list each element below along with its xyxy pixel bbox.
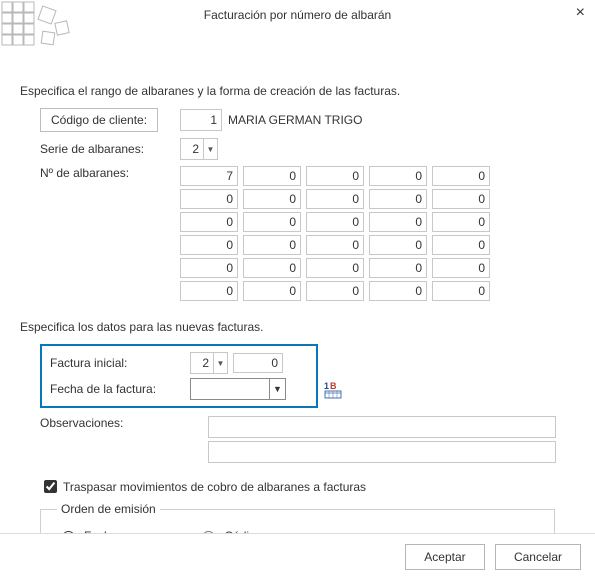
fecha-label: Fecha de la factura: (42, 382, 190, 396)
observaciones-label: Observaciones: (40, 416, 208, 430)
accept-button[interactable]: Aceptar (405, 544, 485, 570)
client-code-input[interactable] (180, 109, 222, 131)
albaran-cell[interactable] (306, 281, 364, 301)
albaran-cell[interactable] (432, 258, 490, 278)
albaran-cell[interactable] (369, 281, 427, 301)
albaran-cell[interactable] (369, 166, 427, 186)
albaran-cell[interactable] (243, 212, 301, 232)
app-logo-icon (0, 0, 80, 60)
albaran-cell[interactable] (243, 258, 301, 278)
chevron-down-icon[interactable]: ▼ (269, 379, 285, 399)
traspasar-checkbox[interactable] (44, 480, 57, 493)
orden-legend: Orden de emisión (57, 502, 160, 516)
albaran-cell[interactable] (180, 212, 238, 232)
chevron-down-icon[interactable]: ▼ (203, 139, 217, 159)
albaran-cell[interactable] (243, 281, 301, 301)
factura-inicial-label: Factura inicial: (42, 356, 190, 370)
observaciones-input-1[interactable] (208, 416, 556, 438)
client-name: MARIA GERMAN TRIGO (228, 113, 362, 127)
albaran-cell[interactable] (306, 189, 364, 209)
albaran-cell[interactable] (369, 235, 427, 255)
serie-label: Serie de albaranes: (20, 142, 180, 156)
traspasar-label[interactable]: Traspasar movimientos de cobro de albara… (63, 480, 366, 494)
calendar-icon[interactable]: 1 B (324, 379, 346, 402)
factura-inicial-num-input[interactable] (233, 353, 283, 373)
num-albaranes-label: Nº de albaranes: (20, 166, 180, 180)
albaran-cell[interactable] (243, 189, 301, 209)
albaran-cell[interactable] (432, 281, 490, 301)
albaran-cell[interactable] (432, 189, 490, 209)
albaran-cell[interactable] (369, 189, 427, 209)
albaran-cell[interactable] (180, 166, 238, 186)
svg-text:B: B (330, 381, 337, 391)
serie-combo[interactable]: 2 ▼ (180, 138, 218, 160)
close-icon[interactable]: × (576, 4, 585, 22)
observaciones-input-2[interactable] (208, 441, 556, 463)
svg-text:1: 1 (324, 381, 329, 391)
albaran-cell[interactable] (243, 235, 301, 255)
albaran-cell[interactable] (432, 235, 490, 255)
albaran-cell[interactable] (306, 166, 364, 186)
albaran-cell[interactable] (306, 212, 364, 232)
chevron-down-icon[interactable]: ▼ (213, 353, 227, 373)
albaran-cell[interactable] (180, 235, 238, 255)
window-title: Facturación por número de albarán (204, 8, 391, 22)
albaran-cell[interactable] (432, 212, 490, 232)
albaran-cell[interactable] (306, 258, 364, 278)
albaran-cell[interactable] (306, 235, 364, 255)
cancel-button[interactable]: Cancelar (495, 544, 581, 570)
fecha-combo[interactable]: ▼ (190, 378, 286, 400)
albaran-cell[interactable] (180, 281, 238, 301)
section2-heading: Especifica los datos para las nuevas fac… (20, 320, 575, 334)
factura-inicial-serie-value: 2 (191, 356, 213, 370)
highlight-box: Factura inicial: 2 ▼ Fecha de la factura… (40, 344, 318, 408)
albaran-cell[interactable] (180, 189, 238, 209)
albaran-cell[interactable] (432, 166, 490, 186)
albaran-cell[interactable] (369, 258, 427, 278)
albaran-cell[interactable] (180, 258, 238, 278)
section1-heading: Especifica el rango de albaranes y la fo… (20, 84, 575, 98)
albaran-cell[interactable] (369, 212, 427, 232)
serie-value: 2 (181, 142, 203, 156)
albaran-cell[interactable] (243, 166, 301, 186)
client-code-button[interactable]: Código de cliente: (40, 108, 158, 132)
factura-inicial-serie-combo[interactable]: 2 ▼ (190, 352, 228, 374)
